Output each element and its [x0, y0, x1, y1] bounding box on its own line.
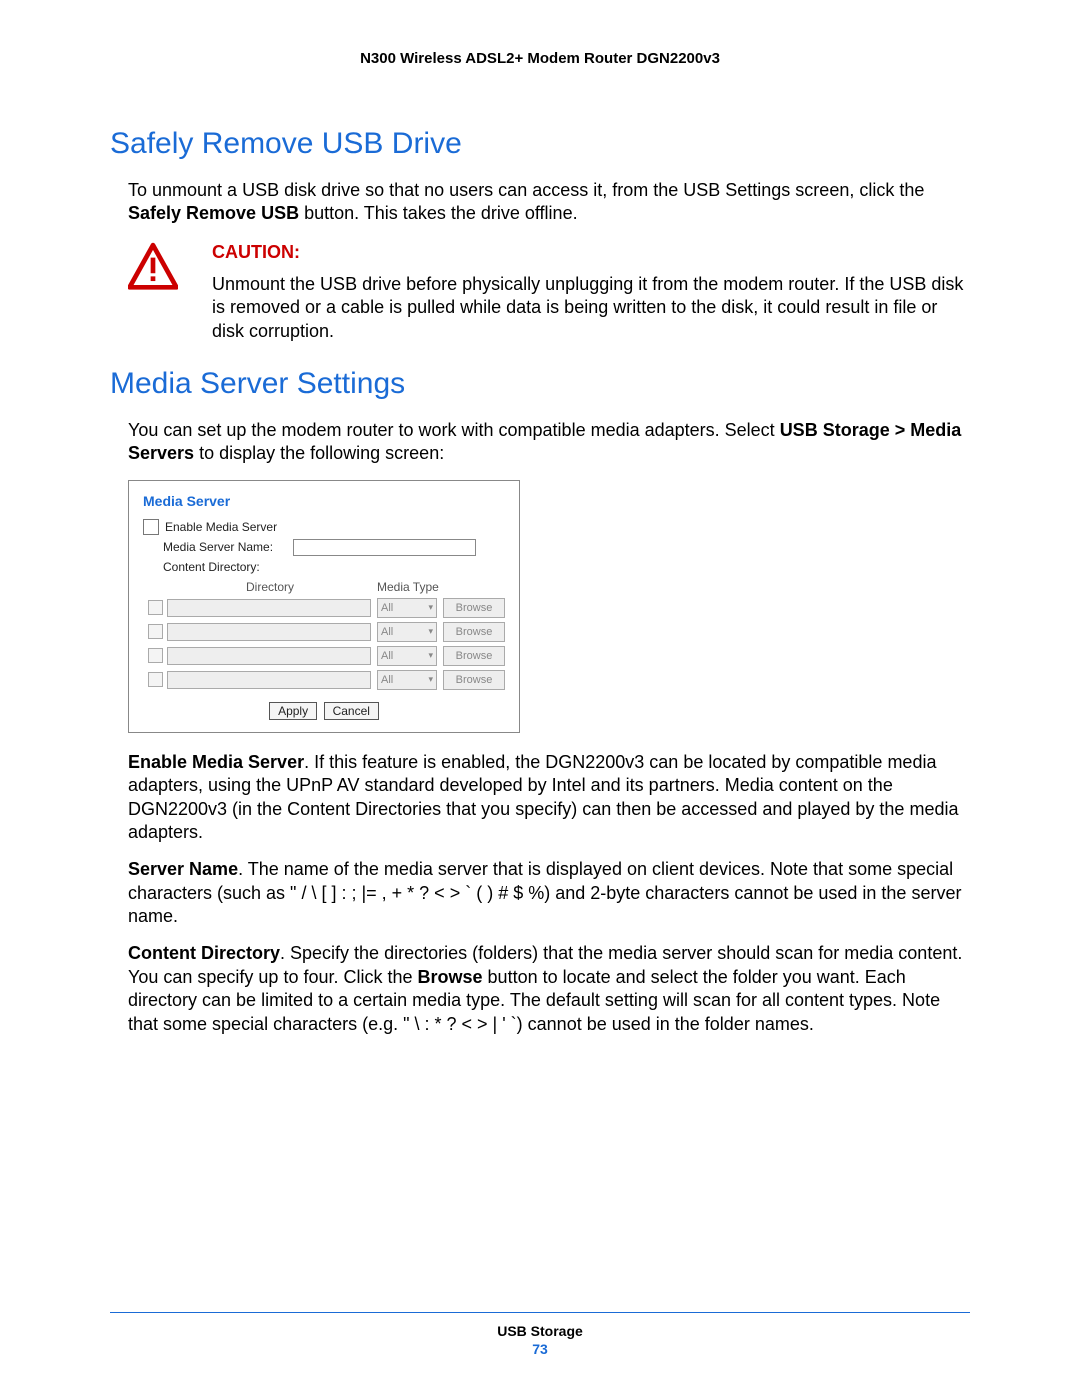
section-heading-safely-remove: Safely Remove USB Drive	[110, 127, 970, 161]
column-media-type: Media Type	[373, 580, 443, 594]
chevron-down-icon: ▾	[428, 674, 433, 685]
text-bold: Server Name	[128, 859, 238, 879]
text: to display the following screen:	[194, 443, 444, 463]
enable-media-server-checkbox[interactable]	[143, 519, 159, 535]
column-directory: Directory	[167, 580, 373, 594]
directory-path-input[interactable]	[167, 599, 371, 617]
caution-icon	[128, 242, 188, 297]
caution-body: Unmount the USB drive before physically …	[212, 273, 970, 343]
media-server-name-label: Media Server Name:	[163, 540, 293, 554]
caution-block: CAUTION: Unmount the USB drive before ph…	[128, 242, 970, 343]
directory-row: All ▾ Browse	[143, 598, 505, 618]
media-server-name-input[interactable]	[293, 539, 476, 556]
directory-row: All ▾ Browse	[143, 646, 505, 666]
text: . The name of the media server that is d…	[128, 859, 961, 926]
footer-section: USB Storage	[110, 1323, 970, 1339]
footer-page-number: 73	[110, 1341, 970, 1357]
text-bold: Enable Media Server	[128, 752, 304, 772]
browse-button[interactable]: Browse	[443, 646, 505, 666]
media-type-value: All	[381, 650, 393, 662]
document-header: N300 Wireless ADSL2+ Modem Router DGN220…	[110, 50, 970, 67]
desc-server-name: Server Name. The name of the media serve…	[128, 858, 970, 928]
panel-title: Media Server	[143, 493, 505, 509]
browse-button[interactable]: Browse	[443, 622, 505, 642]
desc-content-directory: Content Directory. Specify the directori…	[128, 942, 970, 1036]
media-type-select[interactable]: All ▾	[377, 646, 437, 666]
media-server-panel: Media Server Enable Media Server Media S…	[128, 480, 520, 733]
enable-media-server-label: Enable Media Server	[165, 520, 277, 534]
directory-path-input[interactable]	[167, 623, 371, 641]
browse-button[interactable]: Browse	[443, 670, 505, 690]
apply-button[interactable]: Apply	[269, 702, 317, 720]
text-bold: Content Directory	[128, 943, 280, 963]
cancel-button[interactable]: Cancel	[324, 702, 379, 720]
section-heading-media-server: Media Server Settings	[110, 367, 970, 401]
text-bold: Safely Remove USB	[128, 203, 299, 223]
chevron-down-icon: ▾	[428, 626, 433, 637]
directory-row-checkbox[interactable]	[148, 600, 163, 615]
text-bold: Browse	[418, 967, 483, 987]
page-footer: USB Storage 73	[110, 1312, 970, 1357]
directory-path-input[interactable]	[167, 671, 371, 689]
text: button. This takes the drive offline.	[299, 203, 578, 223]
directory-row-checkbox[interactable]	[148, 672, 163, 687]
media-type-value: All	[381, 674, 393, 686]
text: You can set up the modem router to work …	[128, 420, 780, 440]
desc-enable-media-server: Enable Media Server. If this feature is …	[128, 751, 970, 845]
content-directory-label: Content Directory:	[163, 560, 293, 574]
chevron-down-icon: ▾	[428, 602, 433, 613]
chevron-down-icon: ▾	[428, 650, 433, 661]
directory-path-input[interactable]	[167, 647, 371, 665]
media-type-select[interactable]: All ▾	[377, 598, 437, 618]
caution-label: CAUTION:	[212, 242, 970, 263]
directory-row: All ▾ Browse	[143, 670, 505, 690]
media-type-select[interactable]: All ▾	[377, 670, 437, 690]
directory-row-checkbox[interactable]	[148, 648, 163, 663]
media-type-value: All	[381, 602, 393, 614]
text: To unmount a USB disk drive so that no u…	[128, 180, 924, 200]
section1-intro: To unmount a USB disk drive so that no u…	[128, 179, 970, 226]
media-type-value: All	[381, 626, 393, 638]
section2-intro: You can set up the modem router to work …	[128, 419, 970, 466]
directory-row: All ▾ Browse	[143, 622, 505, 642]
browse-button[interactable]: Browse	[443, 598, 505, 618]
media-type-select[interactable]: All ▾	[377, 622, 437, 642]
directory-row-checkbox[interactable]	[148, 624, 163, 639]
